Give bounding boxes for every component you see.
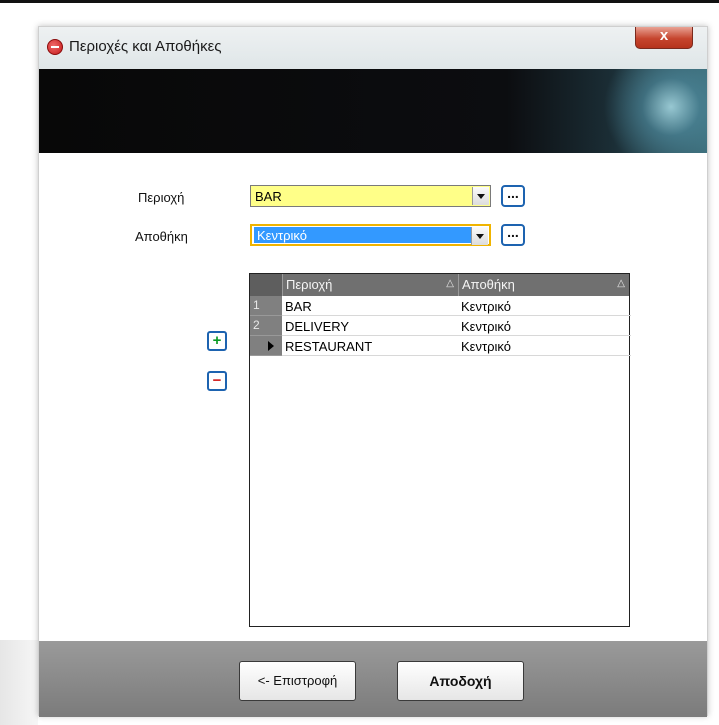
ellipsis-icon: ... xyxy=(507,185,519,201)
warehouse-label: Αποθήκη xyxy=(135,229,188,244)
area-combobox[interactable]: BAR xyxy=(250,185,491,207)
header-banner xyxy=(39,69,707,153)
sort-icon: △ xyxy=(617,278,625,289)
column-header-warehouse-label: Αποθήκη xyxy=(462,277,515,292)
ellipsis-icon: ... xyxy=(507,224,519,240)
row-number[interactable]: 2 xyxy=(250,316,282,336)
title-bar: Περιοχές και Αποθήκες x xyxy=(39,27,707,69)
areas-warehouses-grid[interactable]: Περιοχή △ Αποθήκη △ 1 BAR Κεντρικό 2 DEL… xyxy=(249,273,631,627)
cell-area[interactable]: BAR xyxy=(282,296,458,316)
footer-bar: <- Επιστροφή Αποδοχή xyxy=(39,641,707,717)
area-label: Περιοχή xyxy=(138,190,185,205)
add-row-button[interactable]: + xyxy=(207,331,227,351)
cell-warehouse[interactable]: Κεντρικό xyxy=(458,336,631,356)
close-icon: x xyxy=(659,27,669,44)
area-lookup-button[interactable]: ... xyxy=(501,185,525,207)
current-row-indicator-icon xyxy=(268,341,274,351)
cell-warehouse[interactable]: Κεντρικό xyxy=(458,316,631,336)
table-row[interactable]: 2 DELIVERY Κεντρικό xyxy=(250,316,631,336)
cell-warehouse[interactable]: Κεντρικό xyxy=(458,296,631,316)
top-border-line xyxy=(0,0,719,3)
chevron-down-icon[interactable] xyxy=(472,187,489,205)
column-header-area[interactable]: Περιοχή △ xyxy=(282,274,458,296)
back-button[interactable]: <- Επιστροφή xyxy=(239,661,356,701)
background-shadow xyxy=(0,640,38,725)
dialog-window: Περιοχές και Αποθήκες x Περιοχή BAR ... … xyxy=(38,26,708,717)
cell-area[interactable]: DELIVERY xyxy=(282,316,458,336)
warehouse-value: Κεντρικό xyxy=(254,227,471,243)
area-value: BAR xyxy=(255,189,282,204)
minus-icon: − xyxy=(212,372,222,389)
cell-area[interactable]: RESTAURANT xyxy=(282,336,458,356)
column-header-area-label: Περιοχή xyxy=(286,277,333,292)
row-number[interactable] xyxy=(250,336,282,356)
sort-icon: △ xyxy=(446,278,454,289)
remove-row-button[interactable]: − xyxy=(207,371,227,391)
window-title: Περιοχές και Αποθήκες xyxy=(69,38,222,55)
banner-graphic xyxy=(587,69,707,153)
warehouse-combobox[interactable]: Κεντρικό xyxy=(250,224,491,246)
plus-icon: + xyxy=(212,332,222,349)
table-row[interactable]: 1 BAR Κεντρικό xyxy=(250,296,631,316)
row-number[interactable]: 1 xyxy=(250,296,282,316)
app-icon xyxy=(47,39,63,55)
table-row[interactable]: RESTAURANT Κεντρικό xyxy=(250,336,631,356)
column-header-warehouse[interactable]: Αποθήκη △ xyxy=(458,274,629,296)
grid-corner xyxy=(250,274,282,296)
accept-button[interactable]: Αποδοχή xyxy=(397,661,524,701)
close-button[interactable]: x xyxy=(635,27,693,49)
grid-header: Περιοχή △ Αποθήκη △ xyxy=(250,274,629,296)
chevron-down-icon[interactable] xyxy=(471,227,488,245)
warehouse-lookup-button[interactable]: ... xyxy=(501,224,525,246)
